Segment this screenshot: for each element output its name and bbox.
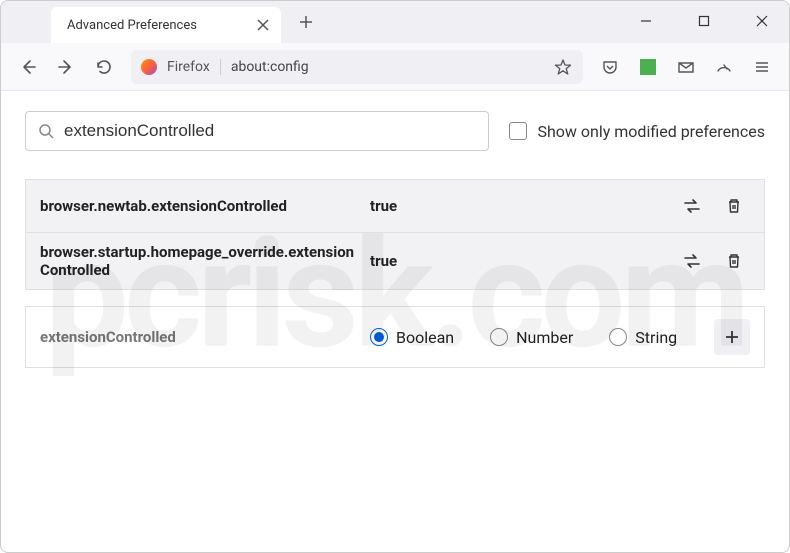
toggle-button[interactable] (676, 245, 708, 277)
browser-tab[interactable]: Advanced Preferences (51, 7, 281, 43)
forward-button[interactable] (49, 50, 83, 84)
close-tab-icon[interactable] (255, 17, 271, 33)
checkbox-icon (509, 122, 527, 140)
minimize-button[interactable] (628, 6, 664, 36)
search-input[interactable] (64, 121, 476, 141)
delete-button[interactable] (718, 190, 750, 222)
radio-icon (490, 328, 508, 346)
maximize-button[interactable] (686, 6, 722, 36)
speed-icon[interactable] (707, 50, 741, 84)
preferences-list: browser.newtab.extensionControlled true … (25, 179, 765, 290)
extension-icon[interactable] (631, 50, 665, 84)
reload-button[interactable] (87, 50, 121, 84)
pref-value: true (370, 197, 676, 215)
radio-label: String (635, 328, 677, 347)
type-radio-boolean[interactable]: Boolean (370, 328, 454, 347)
mail-icon[interactable] (669, 50, 703, 84)
back-button[interactable] (11, 50, 45, 84)
new-pref-name: extensionControlled (40, 328, 370, 346)
identity-label: Firefox (167, 59, 221, 75)
type-radio-number[interactable]: Number (490, 328, 573, 347)
radio-label: Boolean (396, 328, 454, 347)
search-box[interactable] (25, 111, 489, 151)
pref-row[interactable]: browser.startup.homepage_override.extens… (26, 233, 764, 289)
add-pref-button[interactable] (714, 319, 750, 355)
pref-name: browser.startup.homepage_override.extens… (40, 243, 370, 279)
address-bar[interactable]: Firefox about:config (131, 50, 583, 84)
pocket-icon[interactable] (593, 50, 627, 84)
firefox-logo-icon (141, 59, 157, 75)
pref-row[interactable]: browser.newtab.extensionControlled true (26, 180, 764, 233)
close-window-button[interactable] (744, 6, 780, 36)
type-radio-string[interactable]: String (609, 328, 677, 347)
show-modified-checkbox[interactable]: Show only modified preferences (509, 122, 765, 141)
radio-icon (370, 328, 388, 346)
new-tab-button[interactable] (291, 7, 321, 37)
new-pref-row: extensionControlled Boolean Number Strin… (25, 306, 765, 368)
search-icon (38, 123, 54, 139)
bookmark-star-icon[interactable] (553, 57, 573, 77)
radio-icon (609, 328, 627, 346)
pref-value: true (370, 252, 676, 270)
pref-name: browser.newtab.extensionControlled (40, 197, 370, 215)
radio-label: Number (516, 328, 573, 347)
url-text: about:config (231, 59, 543, 75)
toggle-button[interactable] (676, 190, 708, 222)
menu-button[interactable] (745, 50, 779, 84)
delete-button[interactable] (718, 245, 750, 277)
checkbox-label-text: Show only modified preferences (537, 122, 765, 141)
tab-title: Advanced Preferences (67, 18, 197, 33)
